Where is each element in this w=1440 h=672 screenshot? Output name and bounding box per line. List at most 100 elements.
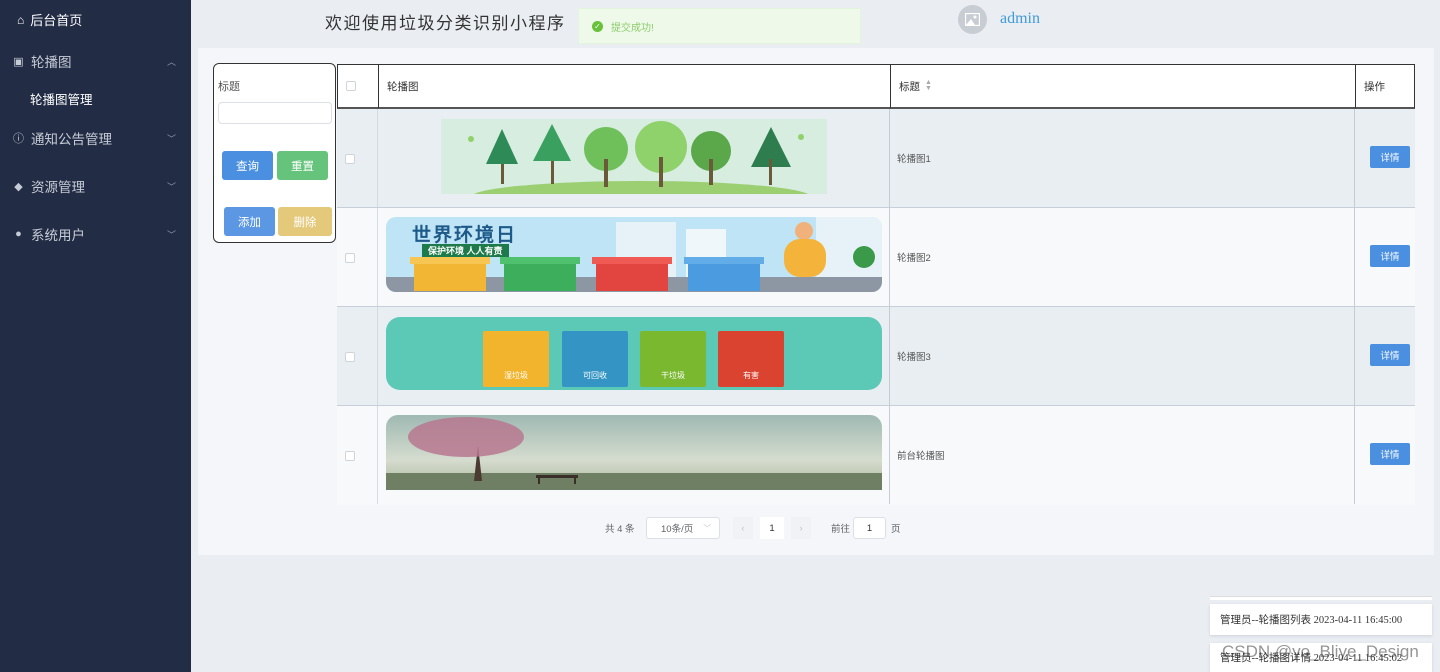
image-icon: ▣ xyxy=(13,55,24,68)
reset-button[interactable]: 重置 xyxy=(277,151,328,180)
carousel-table: 轮播图 标题 ▲ ▼ 操作 轮播图1 详情 世界环境日 保护环境 人人有责 轮播… xyxy=(337,64,1415,505)
column-header-title[interactable]: 标题 ▲ ▼ xyxy=(890,64,1356,109)
row-select-cell xyxy=(337,406,378,504)
chevron-down-icon: ﹀ xyxy=(703,523,712,533)
row-title-cell: 前台轮播图 xyxy=(890,406,1355,504)
chevron-down-icon: ﹀ xyxy=(166,181,176,192)
chevron-down-icon: ﹀ xyxy=(166,229,176,240)
row-title-cell: 轮播图3 xyxy=(890,307,1355,405)
page-size-select[interactable]: 10条/页 ﹀ xyxy=(646,517,720,539)
sort-icon[interactable]: ▲ ▼ xyxy=(925,79,932,92)
banner-subheadline: 保护环境 人人有责 xyxy=(422,244,509,257)
page-unit-label: 页 xyxy=(891,524,901,535)
sidebar-item-notice[interactable]: ⓘ 通知公告管理 ﹀ xyxy=(12,128,180,148)
bin-wet: 湿垃圾 xyxy=(483,331,549,387)
add-button[interactable]: 添加 xyxy=(224,207,275,236)
page-number-current[interactable]: 1 xyxy=(760,517,784,539)
row-action-cell: 详情 xyxy=(1355,109,1415,207)
chevron-right-icon: › xyxy=(799,522,803,534)
sidebar-item-label: 通知公告管理 xyxy=(31,132,112,147)
row-select-cell xyxy=(337,109,378,207)
row-checkbox[interactable] xyxy=(345,451,355,461)
select-all-checkbox[interactable] xyxy=(346,81,356,91)
banner-image-garbage-bins: 湿垃圾 可回收 干垃圾 有害 xyxy=(386,317,882,390)
row-select-cell xyxy=(337,307,378,405)
query-button[interactable]: 查询 xyxy=(222,151,273,180)
bin-label: 可回收 xyxy=(583,371,607,380)
row-image-cell xyxy=(378,109,890,207)
home-icon: ⌂ xyxy=(17,12,25,27)
title-filter-input[interactable] xyxy=(218,102,332,124)
success-toast: ✓ 提交成功! xyxy=(578,8,861,44)
chevron-down-icon: ﹀ xyxy=(166,133,176,144)
table-row: 世界环境日 保护环境 人人有责 轮播图2 详情 xyxy=(337,208,1415,307)
username[interactable]: admin xyxy=(1000,10,1040,28)
select-all-header xyxy=(337,64,379,109)
row-image-cell xyxy=(378,406,890,504)
title-filter-label: 标题 xyxy=(218,81,240,93)
bin-dry: 干垃圾 xyxy=(640,331,706,387)
prev-page-button[interactable]: ‹ xyxy=(733,517,753,539)
row-image-cell: 湿垃圾 可回收 干垃圾 有害 xyxy=(378,307,890,405)
check-circle-icon: ✓ xyxy=(592,20,603,32)
pagination-total: 共 4 条 xyxy=(605,524,635,535)
detail-button[interactable]: 详情 xyxy=(1370,443,1410,465)
detail-button[interactable]: 详情 xyxy=(1370,146,1410,168)
row-action-cell: 详情 xyxy=(1355,406,1415,504)
row-title-cell: 轮播图2 xyxy=(890,208,1355,306)
row-checkbox[interactable] xyxy=(345,154,355,164)
search-form: 标题 查询 重置 添加 删除 xyxy=(213,63,336,243)
sidebar-item-carousel[interactable]: ▣ 轮播图 ︿ xyxy=(12,51,180,71)
banner-headline: 世界环境日 xyxy=(412,225,518,246)
row-title-cell: 轮播图1 xyxy=(890,109,1355,207)
banner-image-environment-day: 世界环境日 保护环境 人人有责 xyxy=(386,217,882,292)
row-action-cell: 详情 xyxy=(1355,307,1415,405)
goto-page-input[interactable]: 1 xyxy=(853,517,886,539)
sidebar: ⌂ 后台首页 ▣ 轮播图 ︿ 轮播图管理 ⓘ 通知公告管理 ﹀ ◆ 资源管理 ﹀… xyxy=(0,0,191,672)
goto-label: 前往 xyxy=(831,524,851,535)
detail-button[interactable]: 详情 xyxy=(1370,344,1410,366)
table-row: 轮播图1 详情 xyxy=(337,109,1415,208)
user-icon: ● xyxy=(15,228,22,240)
sidebar-home-label: 后台首页 xyxy=(30,13,83,28)
table-row: 前台轮播图 详情 xyxy=(337,406,1415,505)
bin-hazardous: 有害 xyxy=(718,331,784,387)
avatar[interactable] xyxy=(958,5,987,34)
sidebar-item-users[interactable]: ● 系统用户 ﹀ xyxy=(12,224,180,244)
toast-message: 提交成功! xyxy=(611,22,654,34)
image-icon xyxy=(965,13,980,26)
log-entry: 管理员--轮播图列表 2023-04-11 16:45:00 xyxy=(1210,604,1432,635)
info-icon: ⓘ xyxy=(13,133,24,145)
sidebar-home[interactable]: ⌂ 后台首页 xyxy=(17,10,82,29)
row-checkbox[interactable] xyxy=(345,352,355,362)
row-select-cell xyxy=(337,208,378,306)
sidebar-subitem-carousel-manage[interactable]: 轮播图管理 xyxy=(30,89,93,108)
bin-recyclable: 可回收 xyxy=(562,331,628,387)
bin-label: 有害 xyxy=(743,371,759,380)
detail-button[interactable]: 详情 xyxy=(1370,245,1410,267)
row-image-cell: 世界环境日 保护环境 人人有责 xyxy=(378,208,890,306)
banner-image-forest xyxy=(441,119,827,194)
chevron-left-icon: ‹ xyxy=(741,522,745,534)
bin-label: 湿垃圾 xyxy=(504,371,528,380)
column-title-label: 标题 xyxy=(899,80,920,93)
bin-label: 干垃圾 xyxy=(661,371,685,380)
welcome-title: 欢迎使用垃圾分类识别小程序 xyxy=(325,14,566,33)
chevron-up-icon: ︿ xyxy=(166,56,176,67)
log-divider xyxy=(1210,596,1432,600)
watermark: CSDN @yo_Bliye_Design xyxy=(1222,642,1419,661)
table-row: 湿垃圾 可回收 干垃圾 有害 轮播图3 详情 xyxy=(337,307,1415,406)
sidebar-item-label: 系统用户 xyxy=(31,228,85,243)
page-size-value: 10条/页 xyxy=(661,524,694,535)
delete-button[interactable]: 删除 xyxy=(278,207,332,236)
column-header-image: 轮播图 xyxy=(378,64,891,109)
sidebar-item-label: 轮播图 xyxy=(31,55,72,70)
sidebar-item-resource[interactable]: ◆ 资源管理 ﹀ xyxy=(12,176,180,196)
sidebar-item-label: 资源管理 xyxy=(31,180,85,195)
tag-icon: ◆ xyxy=(14,180,23,193)
header: 欢迎使用垃圾分类识别小程序 ✓ 提交成功! admin xyxy=(191,0,1440,44)
next-page-button[interactable]: › xyxy=(791,517,811,539)
column-header-action: 操作 xyxy=(1355,64,1415,109)
row-checkbox[interactable] xyxy=(345,253,355,263)
row-action-cell: 详情 xyxy=(1355,208,1415,306)
